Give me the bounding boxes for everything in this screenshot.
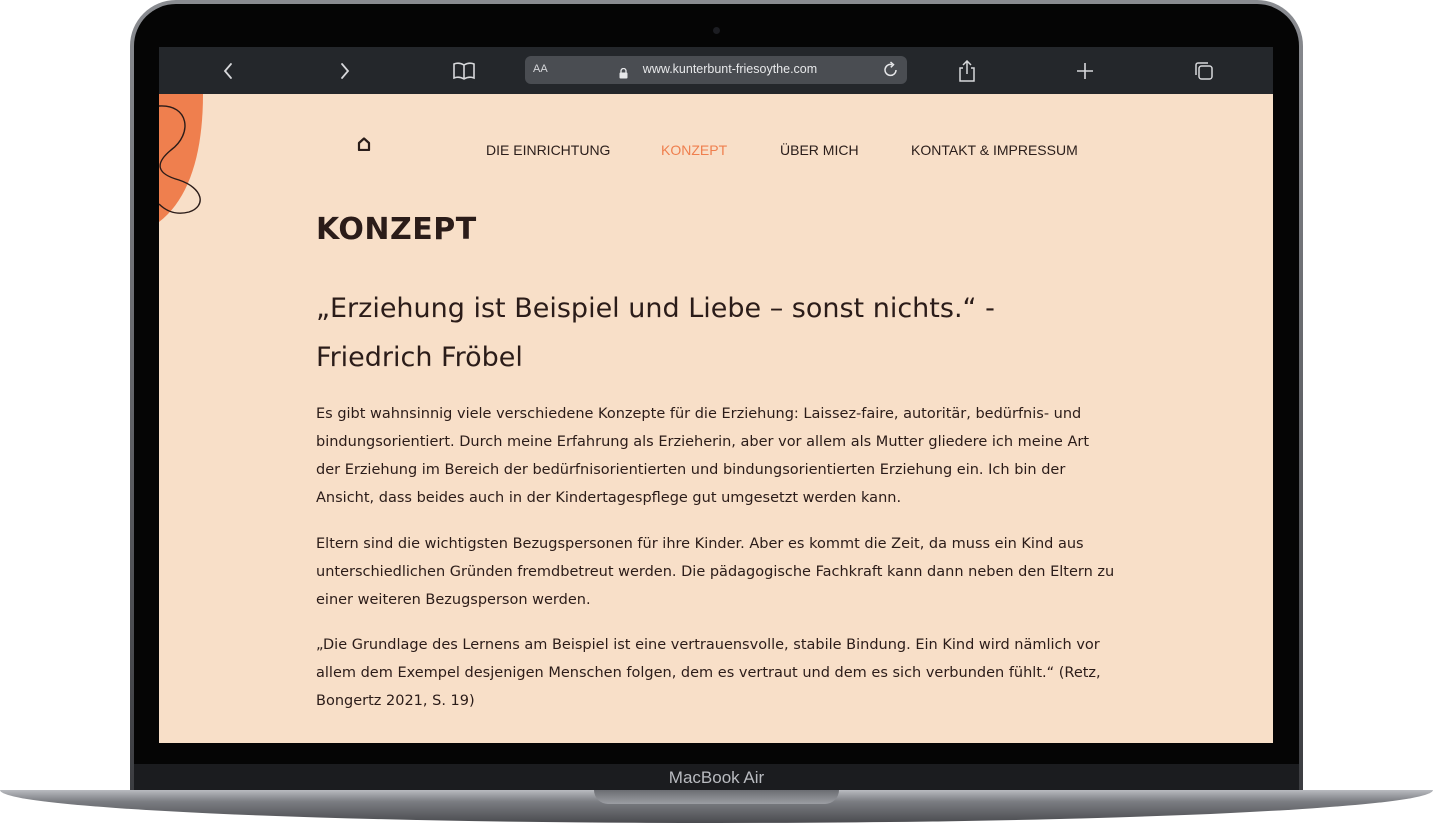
decorative-blob bbox=[159, 94, 203, 222]
bookmarks-icon[interactable] bbox=[451, 58, 477, 84]
nav-item-konzept[interactable]: KONZEPT bbox=[661, 142, 727, 158]
nav-item-ueber-mich[interactable]: ÜBER MICH bbox=[780, 142, 859, 158]
browser-toolbar: AA www.kunterbunt-friesoythe.com bbox=[159, 47, 1273, 94]
url-text[interactable]: www.kunterbunt-friesoythe.com bbox=[620, 62, 840, 76]
plus-icon[interactable] bbox=[1072, 58, 1098, 84]
nav-item-die-einrichtung[interactable]: DIE EINRICHTUNG bbox=[486, 142, 610, 158]
page-title: KONZEPT bbox=[316, 212, 477, 247]
address-bar[interactable]: AA www.kunterbunt-friesoythe.com bbox=[525, 56, 907, 84]
paragraph: Eltern sind die wichtigsten Bezugsperson… bbox=[316, 536, 1115, 608]
chevron-right-icon[interactable] bbox=[332, 58, 358, 84]
paragraph: „Die Grundlage des Lernens am Beispiel i… bbox=[316, 637, 1101, 709]
tabs-icon[interactable] bbox=[1191, 58, 1217, 84]
share-icon[interactable] bbox=[954, 58, 980, 84]
reload-icon[interactable] bbox=[883, 61, 899, 83]
home-icon[interactable] bbox=[357, 136, 371, 155]
chevron-left-icon[interactable] bbox=[215, 58, 241, 84]
camera-icon bbox=[713, 27, 720, 34]
laptop-notch bbox=[594, 790, 839, 804]
laptop-screen: AA www.kunterbunt-friesoythe.com DIE EIN… bbox=[159, 47, 1273, 743]
nav-item-kontakt-impressum[interactable]: KONTAKT & IMPRESSUM bbox=[911, 142, 1078, 158]
quote-heading: „Erziehung ist Beispiel und Liebe – sons… bbox=[316, 293, 995, 373]
text-size-button[interactable]: AA bbox=[533, 63, 548, 75]
brand-label: MacBook Air bbox=[668, 768, 765, 787]
website-page: DIE EINRICHTUNG KONZEPT ÜBER MICH KONTAK… bbox=[159, 94, 1273, 743]
paragraph: Es gibt wahnsinnig viele verschiedene Ko… bbox=[316, 406, 1090, 506]
